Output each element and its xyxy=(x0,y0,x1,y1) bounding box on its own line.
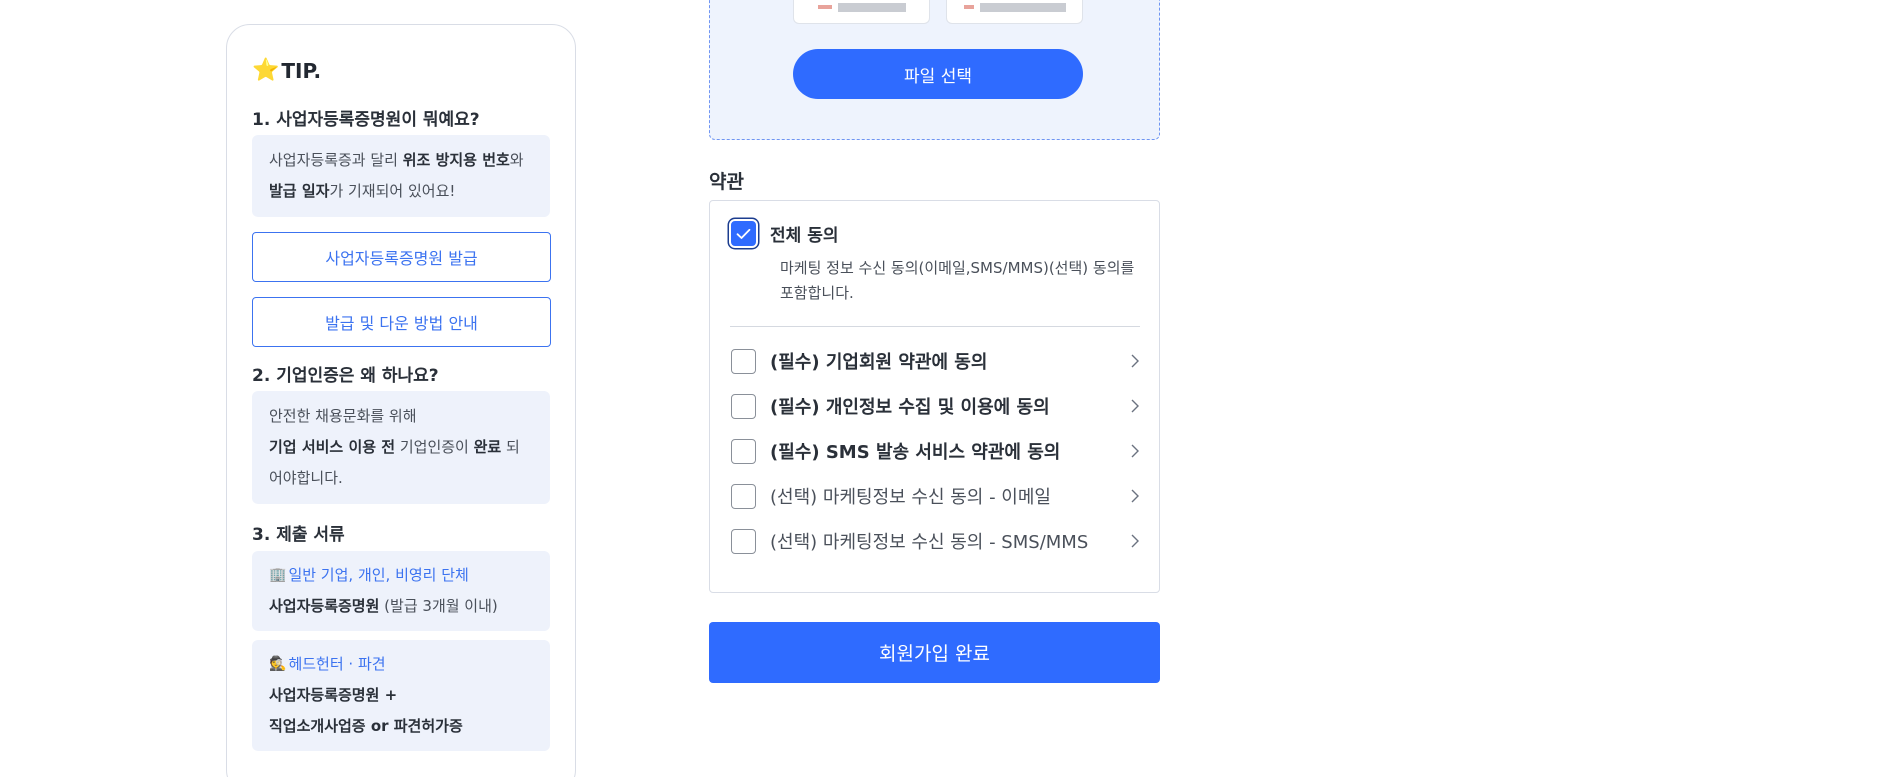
check-icon xyxy=(736,228,751,239)
doc-type-general-doc: 사업자등록증명원 xyxy=(269,597,380,615)
tip-card: ⭐ TIP. 1. 사업자등록증명원이 뭐예요? 사업자등록증과 달리 위조 방… xyxy=(226,24,576,777)
uploaded-file-thumbnail[interactable] xyxy=(946,0,1083,24)
term-row-sms-service[interactable]: (필수) SMS 발송 서비스 약관에 동의 xyxy=(731,437,1141,465)
term-checkbox[interactable] xyxy=(731,348,756,374)
term-label: (선택) 마케팅정보 수신 동의 - SMS/MMS xyxy=(770,532,1089,553)
tip-title-text: TIP. xyxy=(281,59,322,83)
tip-title: ⭐ TIP. xyxy=(252,57,550,85)
doc-type-headhunter-doc: 사업자등록증명원 + xyxy=(269,686,398,704)
doc-type-headhunter-label: 헤드헌터 · 파견 xyxy=(288,655,386,673)
thumbnail-preview-mark xyxy=(963,5,974,9)
tip-answer-1-emphasis: 발급 일자 xyxy=(269,182,330,200)
term-checkbox[interactable] xyxy=(731,438,756,464)
file-upload-zone[interactable]: 파일 선택 xyxy=(709,0,1160,140)
doc-type-headhunter-doc: 직업소개사업증 or 파견허가증 xyxy=(269,717,463,735)
chevron-right-icon[interactable] xyxy=(1129,488,1141,504)
issue-guide-button[interactable]: 발급 및 다운 방법 안내 xyxy=(252,297,551,347)
thumbnail-preview-text xyxy=(837,2,906,12)
tip-answer-2-emphasis: 기업 서비스 이용 전 xyxy=(269,438,396,456)
tip-answer-2: 안전한 채용문화를 위해 기업 서비스 이용 전 기업인증이 완료 되어야합니다… xyxy=(252,391,550,504)
tip-answer-2-emphasis: 완료 xyxy=(473,438,502,456)
term-checkbox[interactable] xyxy=(731,393,756,419)
doc-type-general-head: 🏢 일반 기업, 개인, 비영리 단체 xyxy=(269,559,533,591)
chevron-right-icon[interactable] xyxy=(1129,443,1141,459)
term-row-marketing-sms[interactable]: (선택) 마케팅정보 수신 동의 - SMS/MMS xyxy=(731,527,1141,555)
doc-type-general-note: (발급 3개월 이내) xyxy=(379,597,498,615)
uploaded-file-thumbnail[interactable] xyxy=(793,0,930,24)
chevron-right-icon[interactable] xyxy=(1129,533,1141,549)
tip-answer-1: 사업자등록증과 달리 위조 방지용 번호와 발급 일자가 기재되어 있어요! xyxy=(252,135,550,217)
file-select-button[interactable]: 파일 선택 xyxy=(793,49,1083,99)
term-label: (필수) SMS 발송 서비스 약관에 동의 xyxy=(770,442,1061,463)
tip-question-2: 2. 기업인증은 왜 하나요? xyxy=(252,366,439,386)
tip-answer-2-text: 기업인증이 xyxy=(395,438,474,456)
term-label: (선택) 마케팅정보 수신 동의 - 이메일 xyxy=(770,487,1051,508)
doc-type-headhunter-head: 🕵️ 헤드헌터 · 파견 xyxy=(269,648,533,680)
chevron-right-icon[interactable] xyxy=(1129,353,1141,369)
term-label: (필수) 개인정보 수집 및 이용에 동의 xyxy=(770,397,1050,418)
term-checkbox[interactable] xyxy=(731,528,756,554)
signup-complete-button[interactable]: 회원가입 완료 xyxy=(709,622,1160,683)
thumbnail-preview-mark xyxy=(817,5,832,9)
terms-heading: 약관 xyxy=(709,171,744,193)
tip-answer-1-text: 와 xyxy=(509,151,524,169)
doc-type-headhunter-line-1: 사업자등록증명원 + xyxy=(269,680,533,711)
tip-question-3: 3. 제출 서류 xyxy=(252,525,345,545)
tip-question-1: 1. 사업자등록증명원이 뭐예요? xyxy=(252,110,480,130)
tip-answer-2-text: 안전한 채용문화를 위해 xyxy=(269,407,417,425)
doc-type-headhunter-line-2: 직업소개사업증 or 파견허가증 xyxy=(269,711,533,742)
chevron-right-icon[interactable] xyxy=(1129,398,1141,414)
building-icon: 🏢 xyxy=(269,567,287,583)
agree-all-row[interactable]: 전체 동의 xyxy=(731,221,838,246)
divider xyxy=(730,326,1140,327)
term-row-privacy[interactable]: (필수) 개인정보 수집 및 이용에 동의 xyxy=(731,392,1141,420)
term-checkbox[interactable] xyxy=(731,483,756,509)
term-row-marketing-email[interactable]: (선택) 마케팅정보 수신 동의 - 이메일 xyxy=(731,482,1141,510)
doc-type-general: 🏢 일반 기업, 개인, 비영리 단체 사업자등록증명원 (발급 3개월 이내) xyxy=(252,551,550,631)
tip-answer-1-text: 가 기재되어 있어요! xyxy=(329,182,456,200)
issue-certificate-button[interactable]: 사업자등록증명원 발급 xyxy=(252,232,551,282)
star-icon: ⭐ xyxy=(252,58,280,83)
doc-type-headhunter: 🕵️ 헤드헌터 · 파견 사업자등록증명원 + 직업소개사업증 or 파견허가증 xyxy=(252,640,550,751)
thumbnail-preview-text xyxy=(979,2,1066,12)
agree-all-checkbox[interactable] xyxy=(731,221,756,246)
doc-type-general-desc: 사업자등록증명원 (발급 3개월 이내) xyxy=(269,591,533,622)
tip-answer-1-text: 사업자등록증과 달리 xyxy=(269,151,403,169)
term-label: (필수) 기업회원 약관에 동의 xyxy=(770,352,988,373)
terms-box: 전체 동의 마케팅 정보 수신 동의(이메일,SMS/MMS)(선택) 동의를 … xyxy=(709,200,1160,593)
tip-answer-1-emphasis: 위조 방지용 번호 xyxy=(402,151,510,169)
doc-type-general-label: 일반 기업, 개인, 비영리 단체 xyxy=(288,566,469,584)
detective-icon: 🕵️ xyxy=(269,656,287,672)
term-row-member-terms[interactable]: (필수) 기업회원 약관에 동의 xyxy=(731,347,1141,375)
agree-all-label: 전체 동의 xyxy=(770,226,839,246)
agree-all-description: 마케팅 정보 수신 동의(이메일,SMS/MMS)(선택) 동의를 포함합니다. xyxy=(780,259,1135,302)
